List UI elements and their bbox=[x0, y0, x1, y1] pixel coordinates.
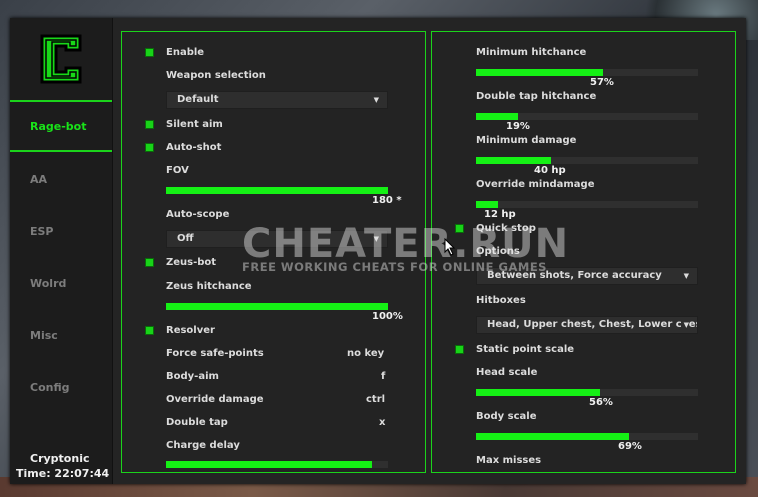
sidebar-item-label: AA bbox=[30, 172, 48, 186]
sidebar: Rage-bot AA ESP Wolrd Misc Config Crypto… bbox=[10, 18, 113, 484]
head-scale-slider[interactable] bbox=[476, 389, 698, 396]
sidebar-item-label: Misc bbox=[30, 328, 58, 342]
body-scale-value: 69% bbox=[618, 441, 642, 452]
head-scale-value: 56% bbox=[589, 397, 613, 408]
cheat-menu-window: Rage-bot AA ESP Wolrd Misc Config Crypto… bbox=[10, 18, 746, 484]
hitboxes-value: Head, Upper chest, Chest, Lower ches bbox=[487, 319, 698, 330]
auto-scope-dropdown[interactable]: Off ▼ bbox=[166, 230, 388, 248]
override-mindamage-label: Override mindamage bbox=[476, 179, 595, 190]
zeus-hitchance-slider[interactable] bbox=[166, 303, 388, 310]
options-dropdown[interactable]: Between shots, Force accuracy ▼ bbox=[476, 267, 698, 285]
min-damage-slider[interactable] bbox=[476, 157, 698, 164]
panel-rage-accuracy: Minimum hitchance 57% Double tap hitchan… bbox=[431, 31, 736, 473]
sidebar-item-esp[interactable]: ESP bbox=[10, 206, 112, 256]
double-tap-label: Double tap bbox=[166, 417, 228, 428]
double-tap-keybind[interactable]: x bbox=[379, 416, 385, 430]
sidebar-item-label: ESP bbox=[30, 224, 54, 238]
dt-hitchance-slider[interactable] bbox=[476, 113, 698, 120]
static-point-scale-checkbox[interactable] bbox=[456, 346, 463, 353]
min-damage-slider-fill bbox=[476, 157, 552, 164]
sidebar-item-label: Rage-bot bbox=[30, 119, 87, 133]
force-safe-points-row[interactable]: Force safe-points no key bbox=[122, 347, 422, 361]
override-mindamage-slider[interactable] bbox=[476, 201, 698, 208]
body-scale-slider-fill bbox=[476, 433, 630, 440]
max-misses-label: Max misses bbox=[476, 455, 542, 466]
silent-aim-checkbox[interactable] bbox=[146, 121, 153, 128]
enable-label: Enable bbox=[166, 47, 205, 58]
logo-box bbox=[10, 18, 112, 102]
dt-hitchance-slider-fill bbox=[476, 113, 519, 120]
head-scale-slider-fill bbox=[476, 389, 601, 396]
head-scale-label: Head scale bbox=[476, 367, 538, 378]
override-damage-row[interactable]: Override damage ctrl bbox=[122, 393, 422, 407]
sidebar-item-label: Wolrd bbox=[30, 276, 67, 290]
min-damage-label: Minimum damage bbox=[476, 135, 577, 146]
zeus-bot-label: Zeus-bot bbox=[166, 257, 217, 268]
override-damage-keybind[interactable]: ctrl bbox=[366, 393, 385, 407]
zeus-hitchance-slider-fill bbox=[166, 303, 388, 310]
chevron-down-icon: ▼ bbox=[683, 272, 689, 280]
zeus-hitchance-label: Zeus hitchance bbox=[166, 281, 252, 292]
hitboxes-dropdown[interactable]: Head, Upper chest, Chest, Lower ches ▼ bbox=[476, 316, 698, 334]
silent-aim-label: Silent aim bbox=[166, 119, 223, 130]
options-value: Between shots, Force accuracy bbox=[487, 270, 662, 281]
fov-label: FOV bbox=[166, 165, 189, 176]
weapon-selection-dropdown[interactable]: Default ▼ bbox=[166, 91, 388, 109]
min-hitchance-slider-fill bbox=[476, 69, 603, 76]
chevron-down-icon: ▼ bbox=[680, 317, 689, 333]
override-damage-label: Override damage bbox=[166, 394, 264, 405]
min-damage-value: 40 hp bbox=[534, 165, 566, 176]
min-hitchance-label: Minimum hitchance bbox=[476, 47, 587, 58]
body-aim-keybind[interactable]: f bbox=[381, 370, 385, 384]
auto-shot-label: Auto-shot bbox=[166, 142, 222, 153]
auto-scope-label: Auto-scope bbox=[166, 209, 230, 220]
sidebar-item-rage-bot[interactable]: Rage-bot bbox=[10, 102, 112, 152]
force-safe-points-keybind[interactable]: no key bbox=[347, 347, 384, 361]
quick-stop-checkbox[interactable] bbox=[456, 225, 463, 232]
enable-checkbox[interactable] bbox=[146, 49, 153, 56]
force-safe-points-label: Force safe-points bbox=[166, 348, 264, 359]
zeus-hitchance-value: 100% bbox=[372, 311, 403, 322]
auto-shot-checkbox[interactable] bbox=[146, 144, 153, 151]
chevron-down-icon: ▼ bbox=[373, 96, 379, 104]
override-mindamage-value: 12 hp bbox=[484, 209, 516, 220]
resolver-checkbox[interactable] bbox=[146, 327, 153, 334]
sidebar-item-config[interactable]: Config bbox=[10, 362, 112, 412]
quick-stop-label: Quick stop bbox=[476, 223, 536, 234]
override-mindamage-slider-fill bbox=[476, 201, 499, 208]
options-label: Options bbox=[476, 246, 520, 257]
dt-hitchance-label: Double tap hitchance bbox=[476, 91, 597, 102]
dt-hitchance-value: 19% bbox=[506, 121, 530, 132]
charge-delay-slider-fill bbox=[166, 461, 373, 468]
clock: Time: 22:07:44 bbox=[16, 467, 110, 480]
fov-slider-fill bbox=[166, 187, 388, 194]
charge-delay-slider[interactable] bbox=[166, 461, 388, 468]
resolver-label: Resolver bbox=[166, 325, 215, 336]
min-hitchance-slider[interactable] bbox=[476, 69, 698, 76]
chevron-down-icon: ▼ bbox=[373, 235, 379, 243]
sidebar-item-aa[interactable]: AA bbox=[10, 154, 112, 204]
sidebar-item-misc[interactable]: Misc bbox=[10, 310, 112, 360]
panel-rage-main: Enable Weapon selection Default ▼ Silent… bbox=[121, 31, 426, 473]
fov-value: 180 * bbox=[372, 195, 402, 206]
hitboxes-label: Hitboxes bbox=[476, 295, 526, 306]
body-aim-label: Body-aim bbox=[166, 371, 219, 382]
username: Cryptonic bbox=[30, 452, 90, 465]
logo-c-icon bbox=[40, 34, 82, 84]
sidebar-item-label: Config bbox=[30, 380, 70, 394]
body-scale-label: Body scale bbox=[476, 411, 537, 422]
min-hitchance-value: 57% bbox=[590, 77, 614, 88]
double-tap-row[interactable]: Double tap x bbox=[122, 416, 422, 430]
body-scale-slider[interactable] bbox=[476, 433, 698, 440]
weapon-selection-label: Weapon selection bbox=[166, 70, 266, 81]
fov-slider[interactable] bbox=[166, 187, 388, 194]
charge-delay-label: Charge delay bbox=[166, 440, 240, 451]
zeus-bot-checkbox[interactable] bbox=[146, 259, 153, 266]
mouse-cursor-icon bbox=[444, 238, 456, 256]
weapon-selection-value: Default bbox=[177, 94, 219, 105]
auto-scope-value: Off bbox=[177, 233, 194, 244]
sidebar-item-world[interactable]: Wolrd bbox=[10, 258, 112, 308]
body-aim-row[interactable]: Body-aim f bbox=[122, 370, 422, 384]
static-point-scale-label: Static point scale bbox=[476, 344, 575, 355]
